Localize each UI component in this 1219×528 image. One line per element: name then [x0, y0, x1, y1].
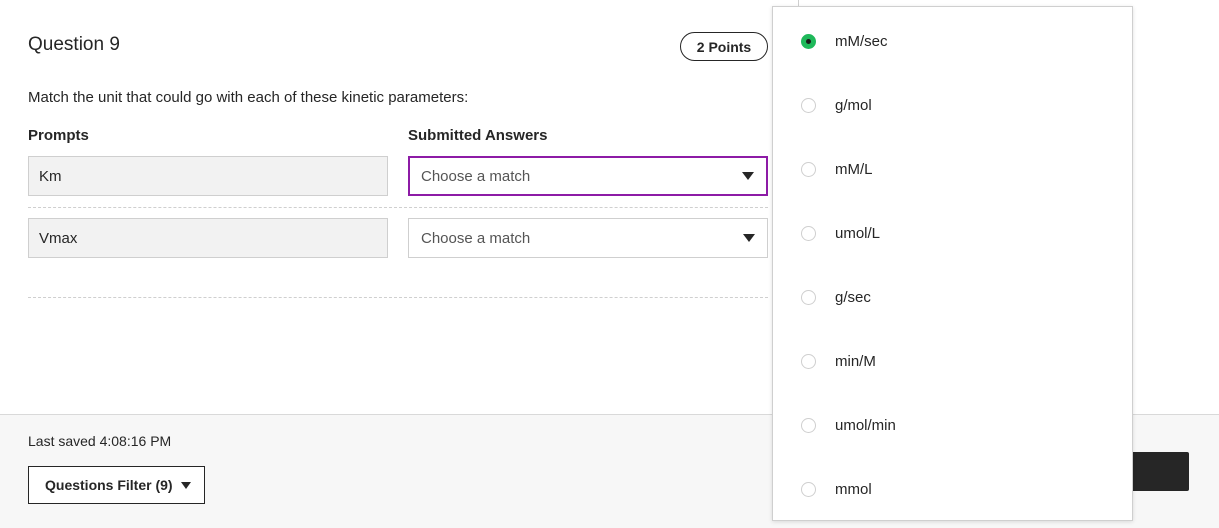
option-label: umol/L — [835, 224, 881, 242]
caret-down-icon — [180, 481, 191, 489]
question-title: Question 9 — [28, 34, 120, 55]
dropdown-option[interactable]: g/sec — [773, 265, 1132, 329]
questions-filter-button[interactable]: Questions Filter (9) — [28, 466, 205, 504]
radio-icon[interactable] — [801, 97, 816, 113]
answer-options-dropdown: mM/sec g/mol mM/L umol/L g/sec min/M umo… — [772, 6, 1133, 521]
radio-icon[interactable] — [801, 161, 816, 177]
dropdown-option[interactable]: mmol — [773, 457, 1132, 521]
answer-select-km[interactable]: Choose a match — [408, 156, 768, 196]
answer-select-placeholder: Choose a match — [421, 167, 531, 185]
dropdown-option[interactable]: umol/min — [773, 393, 1132, 457]
answers-column-header: Submitted Answers — [408, 127, 548, 144]
row-divider — [28, 297, 768, 298]
dropdown-option[interactable]: mM/sec — [773, 9, 1132, 73]
dropdown-option[interactable]: mM/L — [773, 137, 1132, 201]
option-label: mmol — [835, 480, 872, 498]
radio-icon[interactable] — [801, 481, 816, 497]
points-badge: 2 Points — [680, 32, 768, 61]
question-instructions: Match the unit that could go with each o… — [28, 89, 469, 106]
last-saved-status: Last saved 4:08:16 PM — [28, 433, 172, 449]
dropdown-option[interactable]: g/mol — [773, 73, 1132, 137]
radio-icon[interactable] — [801, 353, 816, 369]
option-label: mM/sec — [835, 32, 888, 50]
option-label: g/sec — [835, 288, 871, 306]
prompts-column-header: Prompts — [28, 127, 89, 144]
caret-down-icon — [743, 234, 755, 242]
answer-select-vmax[interactable]: Choose a match — [408, 218, 768, 258]
submit-button[interactable] — [1128, 452, 1189, 491]
radio-selected-icon[interactable] — [801, 33, 816, 49]
caret-down-icon — [742, 172, 754, 180]
option-label: g/mol — [835, 96, 872, 114]
dropdown-option[interactable]: umol/L — [773, 201, 1132, 265]
option-label: umol/min — [835, 416, 896, 434]
row-divider — [28, 207, 768, 208]
option-label: min/M — [835, 352, 876, 370]
prompt-km: Km — [28, 156, 388, 196]
answer-select-placeholder: Choose a match — [421, 229, 531, 247]
radio-icon[interactable] — [801, 225, 816, 241]
option-label: mM/L — [835, 160, 873, 178]
dropdown-option[interactable]: min/M — [773, 329, 1132, 393]
radio-icon[interactable] — [801, 289, 816, 305]
questions-filter-label: Questions Filter (9) — [45, 477, 173, 493]
radio-icon[interactable] — [801, 417, 816, 433]
prompt-vmax: Vmax — [28, 218, 388, 258]
